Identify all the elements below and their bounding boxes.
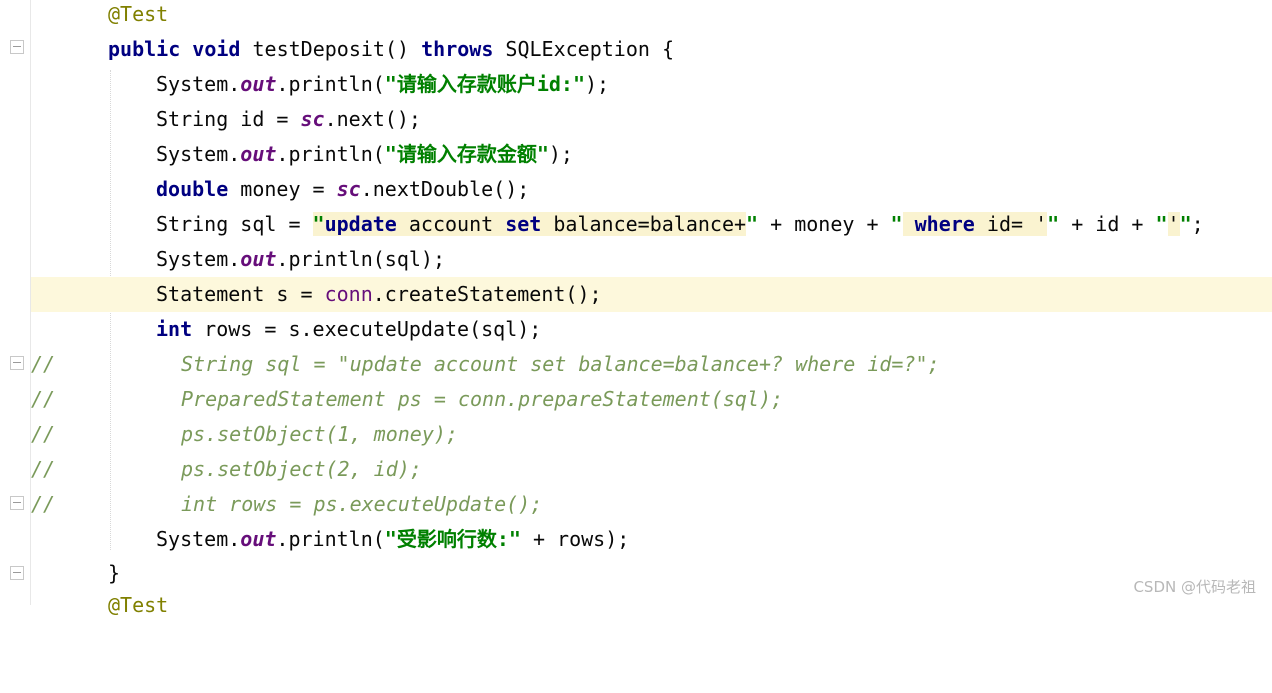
code-text: String id =	[156, 107, 301, 131]
string-literal: "	[1155, 212, 1168, 236]
static-field: out	[240, 72, 277, 96]
comment-marker: //	[31, 352, 56, 376]
code-text: money =	[228, 177, 337, 201]
code-text: rows = s.executeUpdate(sql);	[192, 317, 542, 341]
code-text: .println(	[276, 527, 385, 551]
watermark-text: CSDN @代码老祖	[1133, 578, 1256, 596]
comment-text: int rows = ps.executeUpdate();	[181, 492, 543, 516]
static-field: out	[240, 527, 277, 551]
code-text: .println(	[276, 142, 385, 166]
fold-marker-comment-start[interactable]	[10, 356, 24, 370]
code-text: );	[585, 72, 610, 96]
code-line[interactable]: int rows = s.executeUpdate(sql);	[31, 312, 1272, 347]
code-text: + money +	[758, 212, 891, 236]
code-text: System.	[156, 247, 241, 271]
string-literal: "	[1179, 212, 1192, 236]
code-line-current[interactable]: Statement s = conn.createStatement();	[31, 277, 1272, 312]
comment-marker: //	[31, 422, 56, 446]
sql-keyword: set	[505, 212, 542, 236]
method-name: testDeposit()	[252, 37, 410, 61]
code-line[interactable]: }	[31, 556, 1272, 591]
code-text: .next();	[324, 107, 421, 131]
comment-text: ps.setObject(2, id);	[181, 457, 422, 481]
string-literal: "请输入存款金额"	[384, 142, 549, 166]
code-text: + rows);	[520, 527, 630, 551]
code-line[interactable]: System.out.println("受影响行数:" + rows);	[31, 522, 1272, 557]
code-line-comment[interactable]: // ps.setObject(1, money);	[31, 417, 1272, 452]
keyword: throws	[421, 37, 494, 61]
keyword: int	[156, 317, 193, 341]
code-line-comment[interactable]: // ps.setObject(2, id);	[31, 452, 1272, 487]
code-text: .createStatement();	[372, 282, 602, 306]
sql-keyword: update	[324, 212, 397, 236]
code-text: System.	[156, 72, 241, 96]
static-field: sc	[300, 107, 325, 131]
comment-text: ps.setObject(1, money);	[181, 422, 458, 446]
sql-keyword: where	[914, 212, 975, 236]
string-literal: "	[890, 212, 903, 236]
static-field: sc	[336, 177, 361, 201]
fold-marker-method-start[interactable]	[10, 40, 24, 54]
code-line[interactable]: System.out.println("请输入存款账户id:");	[31, 67, 1272, 102]
code-editor[interactable]: @Test public void testDeposit() throws S…	[31, 0, 1272, 617]
fold-marker-comment-end[interactable]	[10, 496, 24, 510]
comment-text: String sql = "update account set balance…	[181, 352, 940, 376]
code-text: .nextDouble();	[360, 177, 530, 201]
annotation: @Test	[108, 593, 169, 617]
string-literal: "请输入存款账户id:"	[384, 72, 586, 96]
comment-marker: //	[31, 387, 56, 411]
code-text: + id +	[1059, 212, 1156, 236]
code-line[interactable]: System.out.println(sql);	[31, 242, 1272, 277]
annotation: @Test	[108, 2, 169, 26]
keyword: public	[108, 37, 181, 61]
sql-text: id= '	[974, 212, 1048, 236]
code-line-comment[interactable]: // String sql = "update account set balan…	[31, 347, 1272, 382]
code-line[interactable]: String sql = "update account set balance…	[31, 207, 1272, 242]
string-literal: "受影响行数:"	[384, 527, 521, 551]
string-literal: "	[746, 212, 759, 236]
code-text: System.	[156, 527, 241, 551]
comment-marker: //	[31, 457, 56, 481]
code-text: Statement s =	[156, 282, 325, 306]
code-text: .println(	[276, 72, 385, 96]
sql-text	[902, 212, 915, 236]
code-line[interactable]: @Test	[31, 0, 1272, 32]
sql-text: '	[1167, 212, 1180, 236]
code-text: .println(sql);	[276, 247, 445, 271]
code-line[interactable]: String id = sc.next();	[31, 102, 1272, 137]
code-text: System.	[156, 142, 241, 166]
editor-gutter[interactable]	[0, 0, 30, 605]
sql-text: balance=balance+	[541, 212, 747, 236]
code-line-comment[interactable]: // PreparedStatement ps = conn.prepareSta…	[31, 382, 1272, 417]
string-literal: "	[1047, 212, 1060, 236]
keyword: double	[156, 177, 229, 201]
code-text: }	[108, 561, 121, 585]
code-line[interactable]: double money = sc.nextDouble();	[31, 172, 1272, 207]
string-literal: "	[312, 212, 325, 236]
code-line[interactable]: public void testDeposit() throws SQLExce…	[31, 32, 1272, 67]
code-line-comment[interactable]: // int rows = ps.executeUpdate();	[31, 487, 1272, 522]
static-field: out	[240, 247, 277, 271]
fold-marker-method-end[interactable]	[10, 566, 24, 580]
code-text: SQLException {	[505, 37, 674, 61]
code-text: );	[548, 142, 573, 166]
static-field: out	[240, 142, 277, 166]
instance-field: conn	[324, 282, 373, 306]
code-text: String sql =	[156, 212, 313, 236]
keyword: void	[192, 37, 241, 61]
sql-text: account	[396, 212, 506, 236]
code-line[interactable]: @Test	[31, 588, 1272, 623]
code-line[interactable]: System.out.println("请输入存款金额");	[31, 137, 1272, 172]
code-text: ;	[1191, 212, 1204, 236]
comment-marker: //	[31, 492, 56, 516]
comment-text: PreparedStatement ps = conn.prepareState…	[181, 387, 784, 411]
